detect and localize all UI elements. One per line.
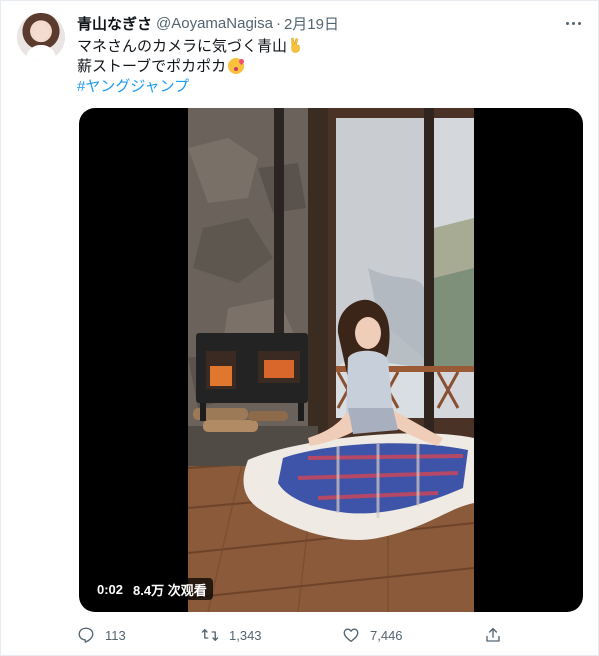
reply-icon <box>78 627 94 643</box>
like-count: 7,446 <box>370 627 403 643</box>
tweet-line-1: マネさんのカメラに気づく青山 <box>77 37 303 57</box>
heart-icon <box>343 628 359 643</box>
retweet-count: 1,343 <box>229 627 262 643</box>
video-time-badge: 0:02 8.4万 次观看 <box>91 578 213 600</box>
avatar[interactable] <box>17 13 65 61</box>
tweet-actions: 113 1,343 7,446 <box>77 624 507 646</box>
reply-button[interactable]: 113 <box>77 624 126 646</box>
display-name[interactable]: 青山なぎさ <box>77 13 152 34</box>
more-icon[interactable] <box>562 13 584 33</box>
video-frame[interactable] <box>188 108 474 612</box>
avatar-shirt <box>26 45 56 61</box>
separator-dot: · <box>275 14 281 32</box>
reply-count: 113 <box>105 627 126 643</box>
tweet-line-1-text: マネさんのカメラに気づく青山 <box>77 38 288 55</box>
hashtag-link[interactable]: #ヤングジャンプ <box>77 78 189 95</box>
retweet-icon <box>201 629 219 641</box>
tweet-header: 青山なぎさ @AoyamaNagisa · 2月19日 <box>77 13 339 33</box>
video-still <box>188 108 474 612</box>
tweet-date[interactable]: 2月19日 <box>284 13 339 34</box>
like-button[interactable]: 7,446 <box>342 624 403 646</box>
share-button[interactable] <box>484 624 512 646</box>
video-views: 8.4万 次观看 <box>133 582 207 598</box>
tweet-card[interactable]: 青山なぎさ @AoyamaNagisa · 2月19日 マネさんのカメラに気づく… <box>0 0 599 656</box>
tweet-line-2: 薪ストーブでポカポカ <box>77 57 303 77</box>
tweet-text: マネさんのカメラに気づく青山 薪ストーブでポカポカ #ヤングジャンプ <box>77 37 303 97</box>
tweet-line-2-text: 薪ストーブでポカポカ <box>77 58 227 75</box>
video-duration: 0:02 <box>97 581 124 597</box>
retweet-button[interactable]: 1,343 <box>201 624 262 646</box>
share-icon <box>486 627 500 642</box>
handle[interactable]: @AoyamaNagisa <box>156 15 273 32</box>
victory-hand-emoji <box>291 37 300 53</box>
video-player[interactable]: 0:02 8.4万 次观看 <box>79 108 583 612</box>
kiss-emoji <box>228 58 245 74</box>
avatar-face <box>34 24 48 41</box>
